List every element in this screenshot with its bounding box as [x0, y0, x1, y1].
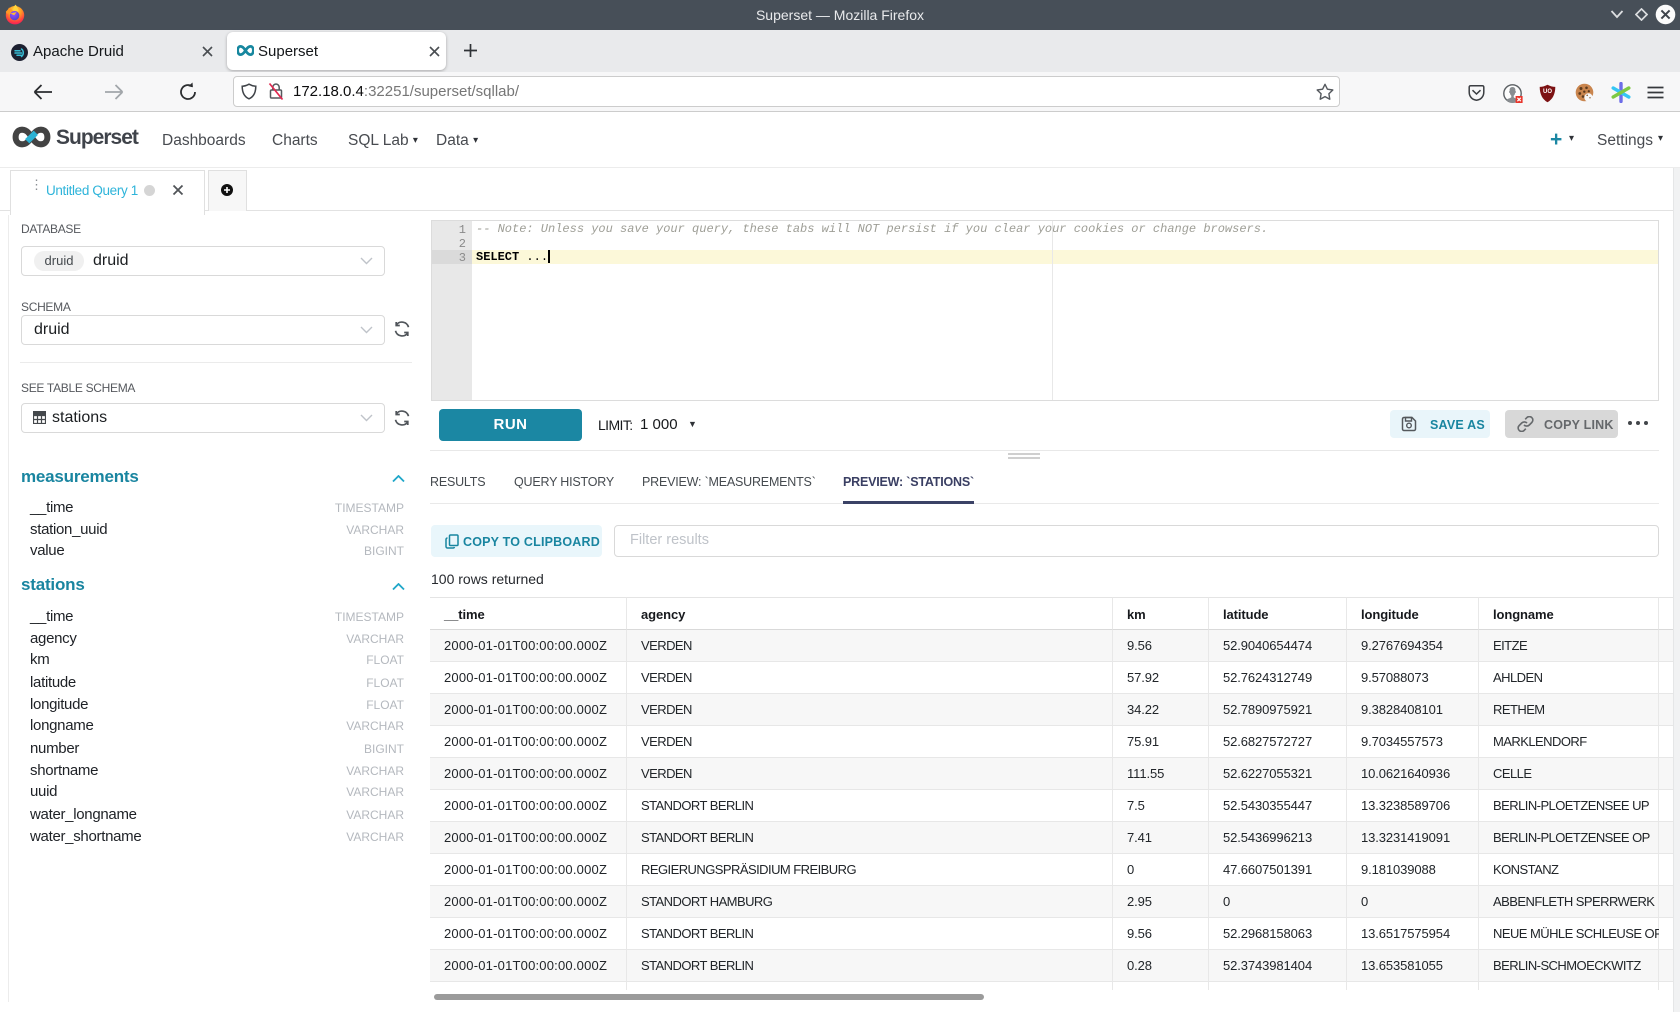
svg-text:UO: UO	[1543, 89, 1552, 95]
